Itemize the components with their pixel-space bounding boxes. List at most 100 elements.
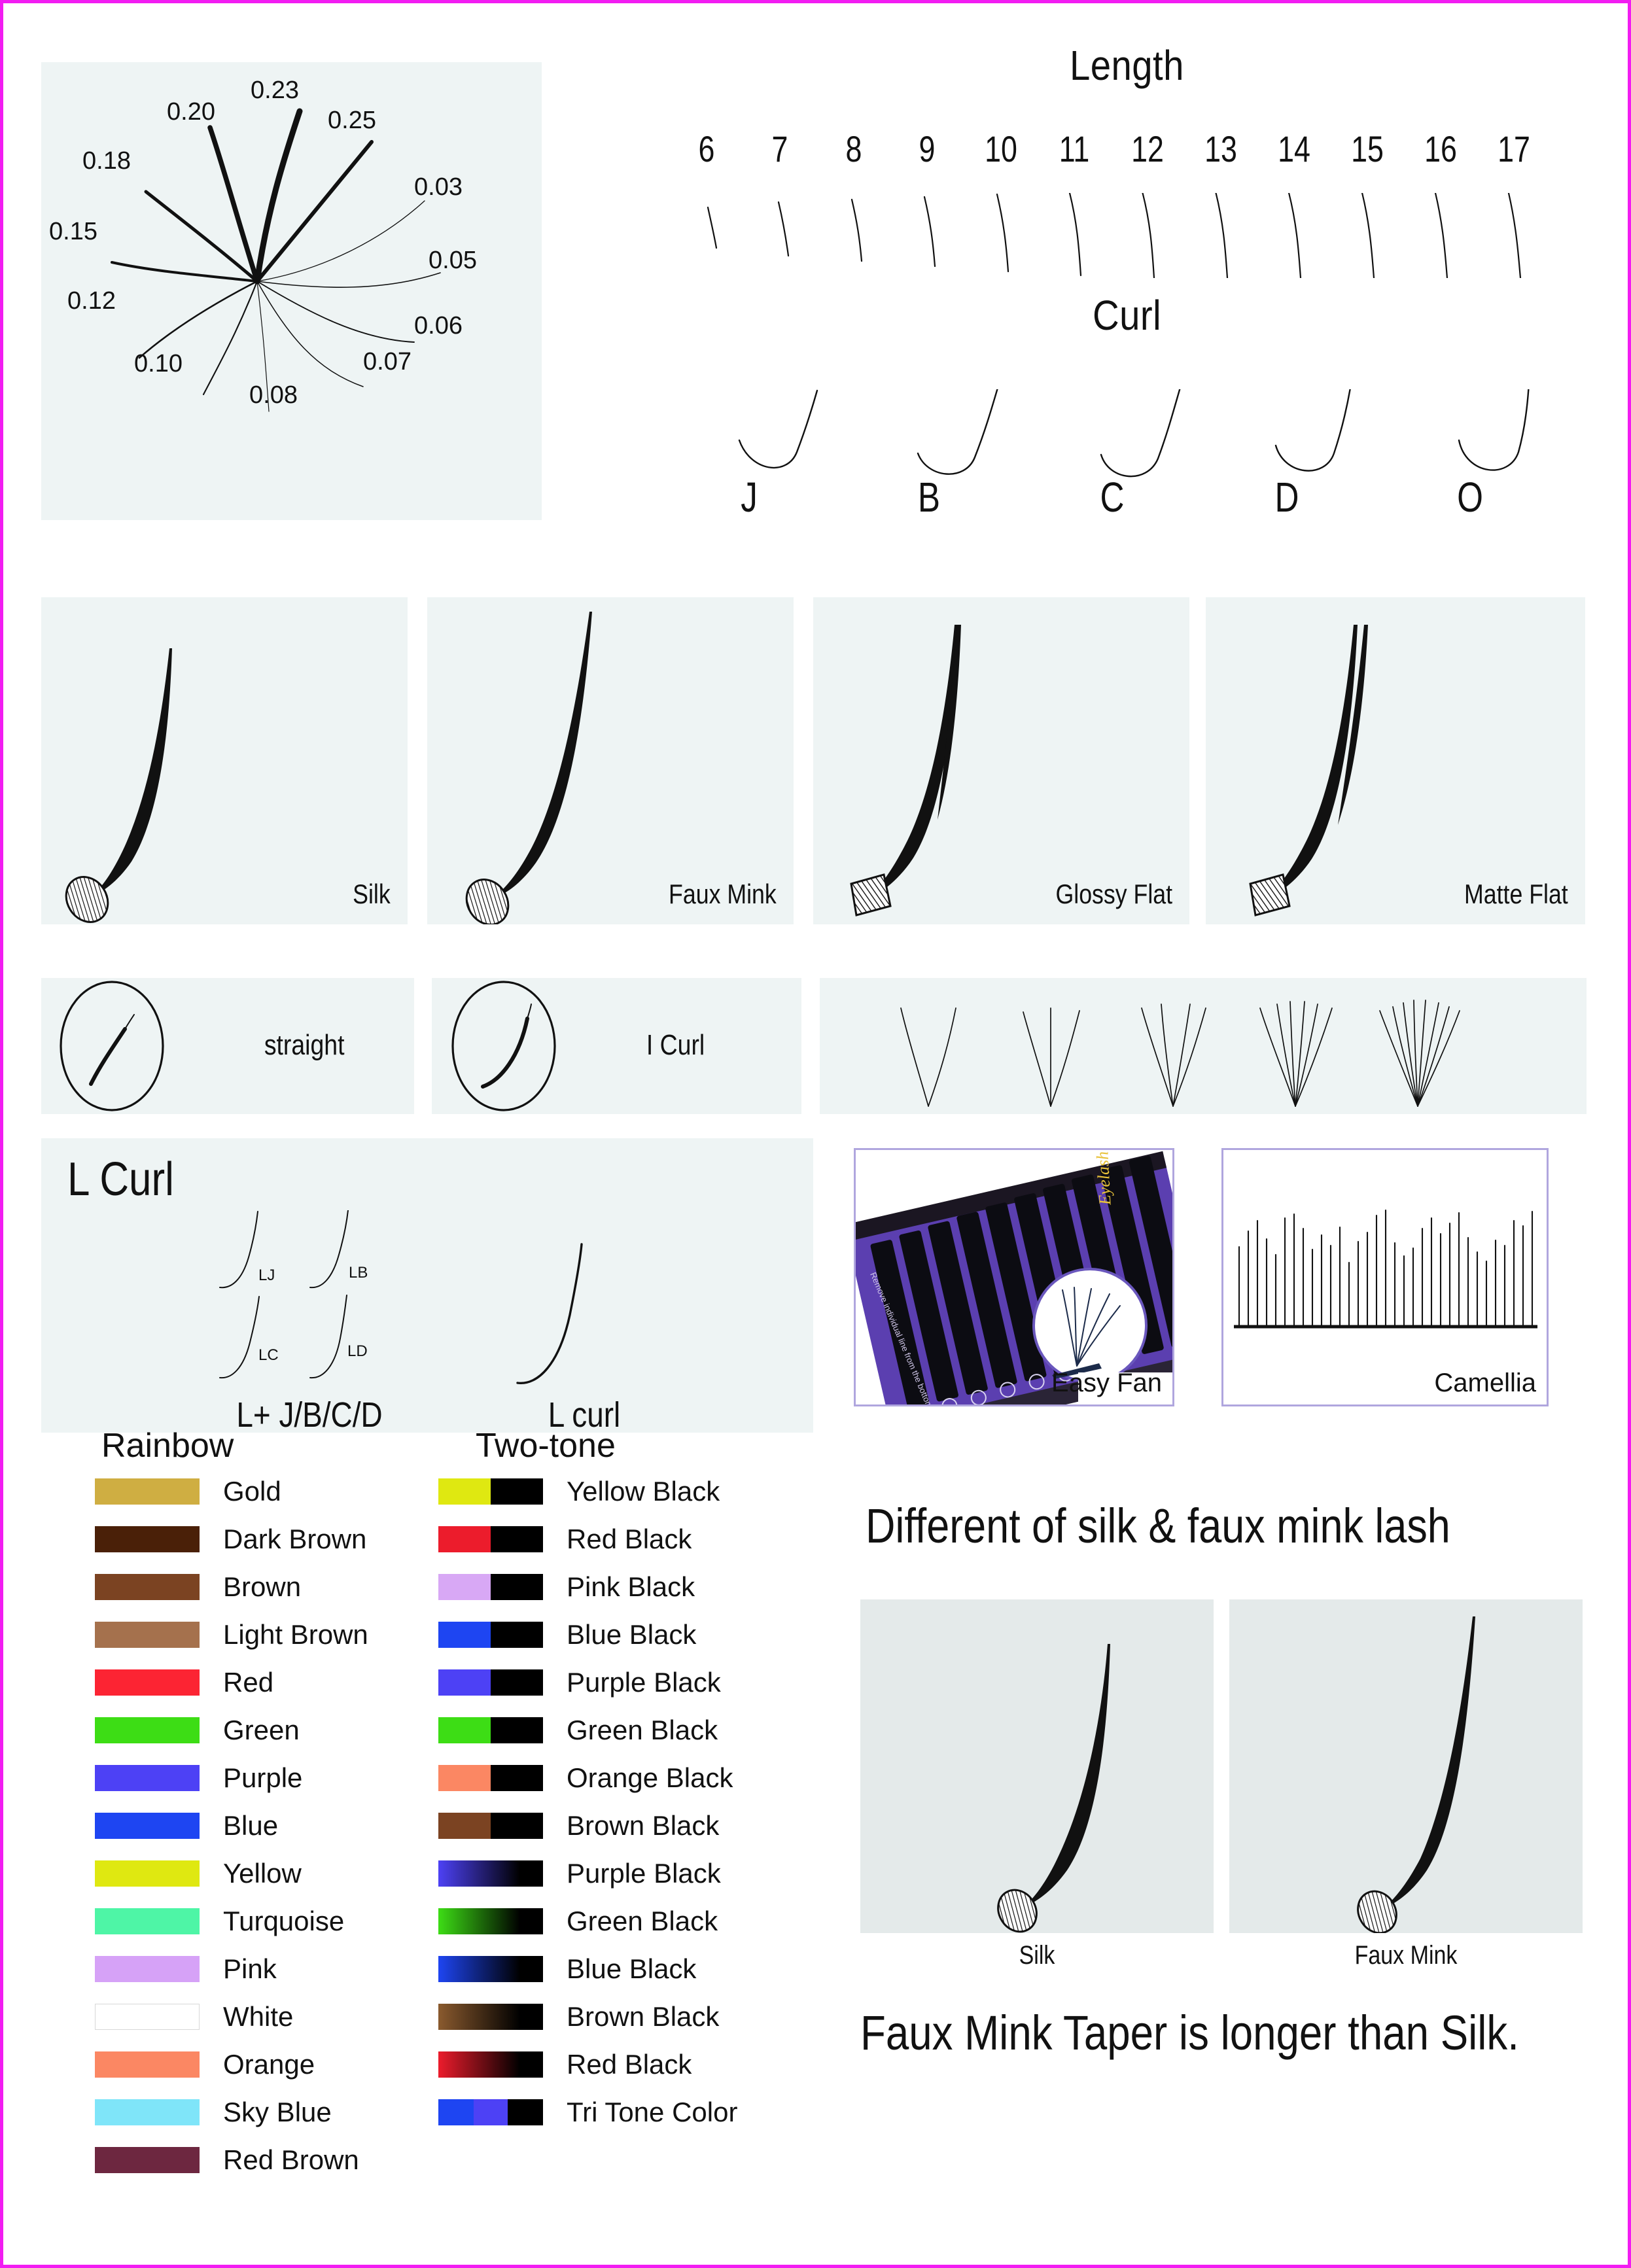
color-swatch [95,1622,200,1648]
color-name: Purple Black [567,1667,721,1698]
list-item[interactable]: Turquoise [95,1905,368,1938]
lash-type-label: Matte Flat [1464,879,1568,909]
list-item[interactable]: Red Black [438,2048,737,2081]
lash-type-card-silk: Silk [41,597,408,924]
list-item[interactable]: Blue [95,1809,368,1842]
camellia-lash-illustration [1234,1209,1537,1329]
length-title: Length [1070,42,1184,89]
compare-note: Faux Mink Taper is longer than Silk. [860,2006,1519,2060]
compare-label-faux-mink: Faux Mink [1354,1941,1458,1970]
lash-type-card-faux-mink: Faux Mink [427,597,794,924]
color-swatch [95,2147,200,2173]
color-swatch [438,1622,543,1648]
length-value: 14 [1278,128,1310,169]
list-item[interactable]: Dark Brown [95,1523,368,1556]
list-item[interactable]: Yellow [95,1857,368,1890]
length-value: 15 [1351,128,1384,169]
color-swatch [95,1956,200,1982]
easy-fan-label: Easy Fan [1051,1369,1162,1397]
lash-type-label: Silk [353,879,391,909]
list-item[interactable]: Green Black [438,1714,737,1747]
color-swatch [95,1717,200,1743]
list-item[interactable]: Red Brown [95,2144,368,2176]
list-item[interactable]: Sky Blue [95,2096,368,2129]
l-curl-tag: LC [258,1346,279,1364]
list-item[interactable]: Tri Tone Color [438,2096,737,2129]
thickness-label: 0.07 [363,348,412,375]
length-value: 13 [1204,128,1237,169]
length-value: 16 [1424,128,1457,169]
list-item[interactable]: Orange [95,2048,368,2081]
list-item[interactable]: Orange Black [438,1762,737,1794]
color-swatch [95,1669,200,1696]
color-name: Pink [223,1953,277,1984]
list-item[interactable]: Gold [95,1475,368,1508]
list-item[interactable]: Red [95,1666,368,1699]
thickness-label: 0.03 [414,173,463,201]
list-item[interactable]: Green Black [438,1905,737,1938]
two-tone-heading: Two-tone [476,1427,616,1465]
length-value: 10 [985,128,1017,169]
faux-mink-compare-illustration [1357,1616,1475,1933]
list-item[interactable]: Light Brown [95,1618,368,1651]
list-item[interactable]: Pink Black [438,1571,737,1603]
color-name: Blue [223,1810,279,1841]
color-name: Tri Tone Color [567,2097,738,2127]
silk-lash-illustration [65,648,172,923]
list-item[interactable]: White [95,2000,368,2033]
color-name: Yellow Black [567,1476,720,1507]
camellia-label: Camellia [1434,1369,1536,1397]
color-swatch [438,1574,543,1600]
lash-type-label: Faux Mink [669,879,777,909]
i-curl-lash-illustration [451,981,556,1111]
color-swatch [438,2004,543,2030]
color-swatch [438,1860,543,1887]
shape-card-straight: straight [41,978,414,1114]
list-item[interactable]: Blue Black [438,1618,737,1651]
thickness-spiral-svg [111,108,441,412]
curl-value: C [1100,474,1125,521]
volume-fan-illustrations [900,1000,1460,1107]
list-item[interactable]: Brown [95,1571,368,1603]
thickness-label: 0.12 [67,287,116,315]
list-item[interactable]: Purple Black [438,1857,737,1890]
list-item[interactable]: Pink [95,1953,368,1985]
easy-fan-tray-photo: Remove individual line from the bottom E… [856,1150,1172,1404]
list-item[interactable]: Purple [95,1762,368,1794]
list-item[interactable]: Brown Black [438,1809,737,1842]
length-value: 7 [771,128,788,169]
lash-spec-sheet: 0.23 0.20 0.25 0.18 0.03 0.15 0.05 0.12 … [0,0,1631,2268]
color-swatch [95,1526,200,1552]
color-swatch [95,1813,200,1839]
thickness-label: 0.10 [134,350,183,377]
color-name: Brown Black [567,1810,720,1841]
list-item[interactable]: Red Black [438,1523,737,1556]
list-item[interactable]: Green [95,1714,368,1747]
color-swatch [95,1908,200,1934]
svg-text:Eyelash Ext: Eyelash Ext [1091,1150,1115,1206]
color-name: Red [223,1667,274,1698]
list-item[interactable]: Purple Black [438,1666,737,1699]
length-value: 6 [698,128,715,169]
volume-fans-card [820,978,1587,1114]
color-swatch [438,1669,543,1696]
compare-card-faux-mink [1229,1599,1583,1933]
color-swatch [95,1860,200,1887]
shape-label: straight [264,1029,345,1061]
list-item[interactable]: Yellow Black [438,1475,737,1508]
thickness-label: 0.20 [167,98,215,126]
color-name: Turquoise [223,1906,345,1936]
thickness-label: 0.15 [49,218,97,245]
color-name: Purple Black [567,1858,721,1889]
lash-type-label: Glossy Flat [1055,879,1172,909]
l-curl-panel: L Curl LJ LB LC LD L+ J/B/C/D L curl [41,1138,813,1435]
list-item[interactable]: Brown Black [438,2000,737,2033]
l-curl-tag: LD [347,1342,368,1360]
list-item[interactable]: Blue Black [438,1953,737,1985]
lash-type-card-glossy-flat: Glossy Flat [813,597,1189,924]
thickness-label: 0.25 [328,107,376,134]
color-swatch [438,2099,543,2125]
color-name: Orange [223,2049,315,2080]
color-name: Yellow [223,1858,302,1889]
color-swatch [438,2051,543,2078]
